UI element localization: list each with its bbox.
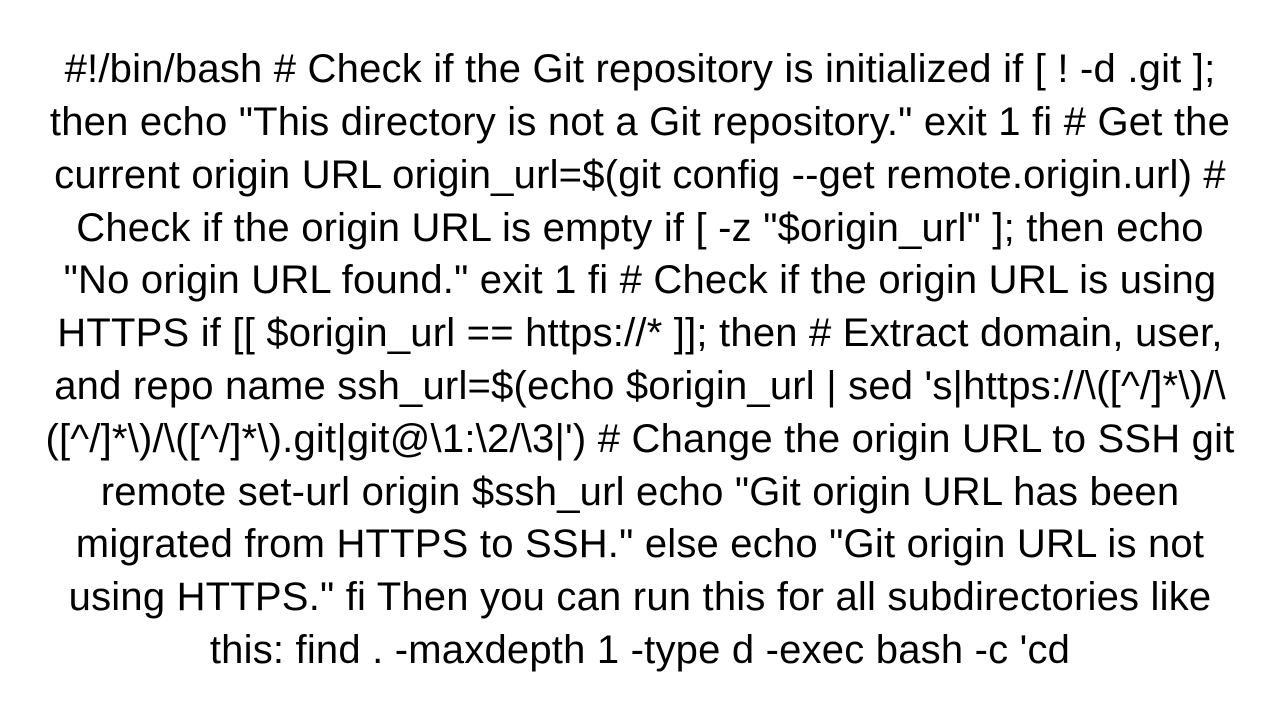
document-body: #!/bin/bash # Check if the Git repositor… [40,43,1240,677]
script-text: #!/bin/bash # Check if the Git repositor… [45,47,1234,672]
